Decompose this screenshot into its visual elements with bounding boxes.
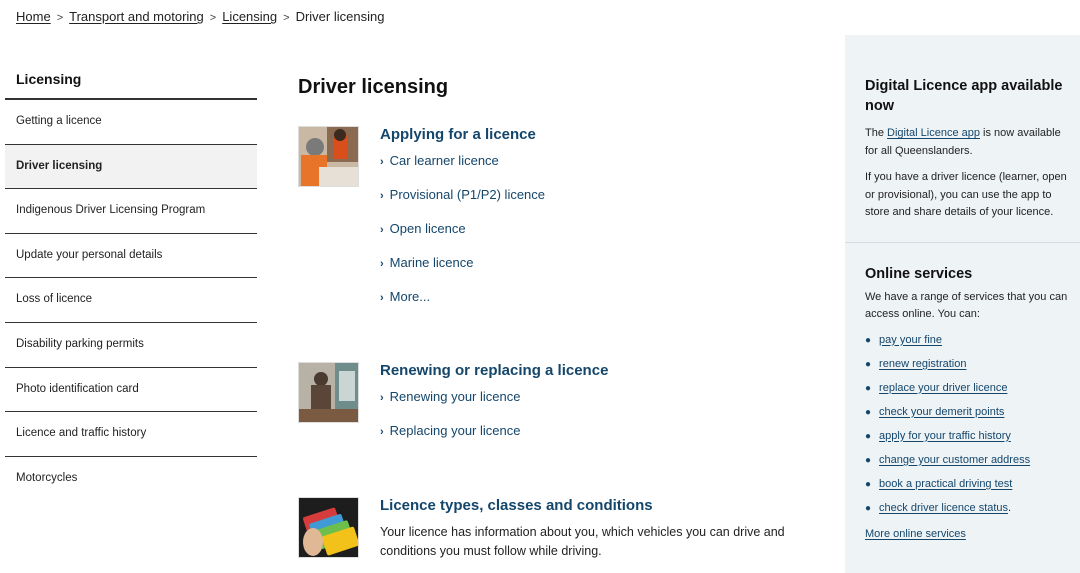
applying-title[interactable]: Applying for a licence	[380, 126, 810, 143]
chevron-right-icon: ›	[380, 426, 384, 438]
link-more[interactable]: › More...	[380, 288, 810, 322]
online-services-intro: We have a range of services that you can…	[865, 290, 1068, 321]
list-item: ● check your demerit points	[865, 400, 1080, 424]
licence-types-title[interactable]: Licence types, classes and conditions	[380, 497, 810, 514]
service-link-licence-status[interactable]: check driver licence status	[879, 502, 1008, 514]
sidenav-item-driver-licensing[interactable]: Driver licensing	[5, 144, 257, 190]
renewing-photo-image	[299, 363, 358, 422]
digital-licence-title: Digital Licence app available now	[865, 78, 1063, 114]
applying-links: › Car learner licence › Provisional (P1/P2…	[380, 152, 810, 322]
bullet-icon: ●	[865, 382, 872, 394]
bullet-icon: ●	[865, 502, 872, 514]
breadcrumb-separator-icon: >	[209, 12, 217, 24]
renewing-title[interactable]: Renewing or replacing a licence	[380, 362, 810, 379]
list-item: ● change your customer address	[865, 448, 1080, 472]
licence-types-content: Licence types, classes and conditions Yo…	[380, 497, 810, 561]
sidenav-item-traffic-history[interactable]: Licence and traffic history	[5, 412, 257, 457]
service-link-book-test[interactable]: book a practical driving test	[879, 478, 1012, 490]
service-link-renew-registration[interactable]: renew registration	[879, 358, 966, 370]
online-services-list: ● pay your fine ● renew registration ● repl…	[845, 328, 1080, 520]
sidenav-item-indigenous-program[interactable]: Indigenous Driver Licensing Program	[5, 189, 257, 234]
sidenav-item-loss-of-licence[interactable]: Loss of licence	[5, 278, 257, 323]
breadcrumb: Home > Transport and motoring > Licensing > Dr…	[16, 9, 384, 24]
chevron-right-icon: ›	[380, 258, 384, 270]
breadcrumb-licensing[interactable]: Licensing	[222, 9, 277, 24]
breadcrumb-separator-icon: >	[283, 12, 290, 24]
service-link-change-address[interactable]: change your customer address	[879, 454, 1030, 466]
main-content: Driver licensing Applying for a licence …	[298, 76, 818, 558]
digital-licence-block: Digital Licence app available now The Di…	[845, 35, 1080, 242]
list-item: ● apply for your traffic history	[865, 424, 1080, 448]
applying-photo-image	[299, 127, 358, 186]
renewing-links: › Renewing your licence › Replacing your l…	[380, 388, 810, 456]
chevron-right-icon: ›	[380, 224, 384, 236]
bullet-icon: ●	[865, 334, 872, 346]
sidenav-list: Getting a licence Driver licensing Indig…	[5, 100, 257, 500]
list-item: ● renew registration	[865, 352, 1080, 376]
list-item: ● replace your driver licence	[865, 376, 1080, 400]
link-marine-licence[interactable]: › Marine licence	[380, 254, 810, 288]
sidenav-item-getting-a-licence[interactable]: Getting a licence	[5, 100, 257, 145]
link-replacing-licence[interactable]: › Replacing your licence	[380, 422, 810, 456]
digital-licence-app-link[interactable]: Digital Licence app	[887, 127, 980, 139]
link-provisional-licence[interactable]: › Provisional (P1/P2) licence	[380, 186, 810, 220]
bullet-icon: ●	[865, 454, 872, 466]
trailing-period: .	[1008, 501, 1012, 514]
service-link-pay-fine[interactable]: pay your fine	[879, 334, 942, 346]
service-link-replace-licence[interactable]: replace your driver licence	[879, 382, 1007, 394]
bullet-icon: ●	[865, 358, 872, 370]
breadcrumb-transport[interactable]: Transport and motoring	[69, 9, 204, 24]
link-text[interactable]: Renewing your licence	[390, 389, 521, 404]
bullet-icon: ●	[865, 478, 872, 490]
renewing-content: Renewing or replacing a licence › Renewin…	[380, 362, 810, 456]
link-text[interactable]: Marine licence	[390, 255, 474, 270]
breadcrumb-current: Driver licensing	[295, 9, 385, 24]
service-link-demerit-points[interactable]: check your demerit points	[879, 406, 1004, 418]
link-text[interactable]: Open licence	[390, 221, 466, 236]
list-item: ● book a practical driving test	[865, 472, 1080, 496]
link-renewing-licence[interactable]: › Renewing your licence	[380, 388, 810, 422]
sidenav-title[interactable]: Licensing	[5, 65, 257, 100]
sidenav-item-update-details[interactable]: Update your personal details	[5, 234, 257, 279]
sidenav-item-disability-parking[interactable]: Disability parking permits	[5, 323, 257, 368]
list-item: ● pay your fine	[865, 328, 1080, 352]
link-text[interactable]: Replacing your licence	[390, 423, 521, 438]
digital-licence-prefix: The	[865, 127, 884, 139]
licence-types-photo-image	[299, 498, 358, 557]
sidenav-item-photo-id-card[interactable]: Photo identification card	[5, 368, 257, 413]
page-title: Driver licensing	[298, 76, 449, 98]
more-online-services-block: More online services	[845, 520, 1080, 544]
applying-photo[interactable]	[298, 126, 359, 187]
more-online-services-link[interactable]: More online services	[865, 528, 966, 540]
service-link-traffic-history[interactable]: apply for your traffic history	[879, 430, 1011, 442]
link-text[interactable]: Provisional (P1/P2) licence	[390, 187, 545, 202]
chevron-right-icon: ›	[380, 292, 384, 304]
licence-types-photo[interactable]	[298, 497, 359, 558]
link-car-learner-licence[interactable]: › Car learner licence	[380, 152, 810, 186]
sidenav-item-motorcycles[interactable]: Motorcycles	[5, 457, 257, 501]
chevron-right-icon: ›	[380, 392, 384, 404]
digital-licence-paragraph-1: The Digital Licence app is now available…	[865, 125, 1072, 160]
side-navigation: Licensing Getting a licence Driver licen…	[5, 65, 257, 500]
link-text[interactable]: Car learner licence	[390, 153, 499, 168]
applying-content: Applying for a licence › Car learner lice…	[380, 126, 810, 322]
link-text[interactable]: More...	[390, 289, 430, 304]
chevron-right-icon: ›	[380, 156, 384, 168]
breadcrumb-separator-icon: >	[56, 12, 64, 24]
bullet-icon: ●	[865, 406, 872, 418]
renewing-photo[interactable]	[298, 362, 359, 423]
licence-types-description: Your licence has information about you, …	[380, 525, 785, 558]
link-open-licence[interactable]: › Open licence	[380, 220, 810, 254]
sidebar-panel: Digital Licence app available now The Di…	[845, 35, 1080, 573]
online-services-title: Online services	[865, 265, 973, 282]
bullet-icon: ●	[865, 430, 872, 442]
chevron-right-icon: ›	[380, 190, 384, 202]
breadcrumb-home[interactable]: Home	[16, 9, 51, 24]
digital-licence-paragraph-2: If you have a driver licence (learner, o…	[865, 171, 1067, 218]
list-item: ● check driver licence status.	[865, 496, 1080, 520]
online-services-block: Online services We have a range of servi…	[845, 243, 1080, 324]
